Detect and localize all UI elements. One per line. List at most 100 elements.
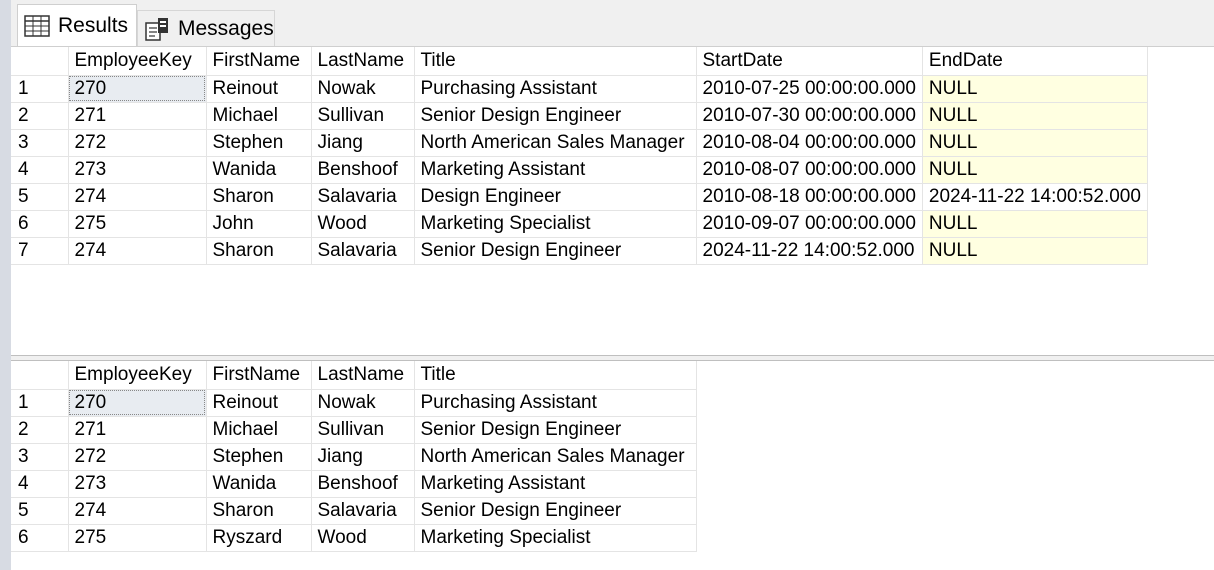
table-row: 2 271 Michael Sullivan Senior Design Eng… — [11, 416, 697, 444]
table-cell[interactable]: North American Sales Manager — [414, 129, 697, 157]
row-number[interactable]: 3 — [11, 129, 69, 157]
table-cell[interactable]: Jiang — [311, 129, 415, 157]
table-cell[interactable]: Senior Design Engineer — [414, 102, 697, 130]
tab-messages[interactable]: Messages — [137, 10, 275, 46]
row-number-header[interactable] — [11, 47, 69, 76]
table-cell[interactable]: 2010-08-07 00:00:00.000 — [696, 156, 923, 184]
table-cell[interactable]: Marketing Assistant — [414, 156, 697, 184]
table-cell[interactable]: Marketing Specialist — [414, 210, 697, 238]
table-cell[interactable]: NULL — [922, 75, 1148, 103]
column-header[interactable]: FirstName — [206, 361, 312, 390]
table-cell[interactable]: 274 — [68, 497, 207, 525]
table-cell[interactable]: Benshoof — [311, 470, 415, 498]
table-cell[interactable]: 274 — [68, 183, 207, 211]
table-cell[interactable]: 270 — [68, 389, 207, 417]
table-cell[interactable]: Salavaria — [311, 497, 415, 525]
row-number[interactable]: 7 — [11, 237, 69, 265]
table-cell[interactable]: 274 — [68, 237, 207, 265]
table-cell[interactable]: NULL — [922, 102, 1148, 130]
table-cell[interactable]: Senior Design Engineer — [414, 497, 697, 525]
table-row: 3 272 Stephen Jiang North American Sales… — [11, 129, 1148, 157]
table-cell[interactable]: Salavaria — [311, 237, 415, 265]
table-cell[interactable]: Stephen — [206, 443, 312, 471]
table-cell[interactable]: NULL — [922, 156, 1148, 184]
row-number[interactable]: 2 — [11, 102, 69, 130]
table-cell[interactable]: Nowak — [311, 75, 415, 103]
table-cell[interactable]: Sullivan — [311, 102, 415, 130]
table-cell[interactable]: Wanida — [206, 470, 312, 498]
table-cell[interactable]: 271 — [68, 102, 207, 130]
table-cell[interactable]: 275 — [68, 210, 207, 238]
table-cell[interactable]: Senior Design Engineer — [414, 237, 697, 265]
table-cell[interactable]: Jiang — [311, 443, 415, 471]
table-cell[interactable]: 2010-07-30 00:00:00.000 — [696, 102, 923, 130]
table-cell[interactable]: 270 — [68, 75, 207, 103]
row-number-header[interactable] — [11, 361, 69, 390]
table-cell[interactable]: Marketing Specialist — [414, 524, 697, 552]
table-cell[interactable]: Marketing Assistant — [414, 470, 697, 498]
table-cell[interactable]: 272 — [68, 443, 207, 471]
column-header[interactable]: LastName — [311, 361, 415, 390]
table-cell[interactable]: Ryszard — [206, 524, 312, 552]
column-header[interactable]: EmployeeKey — [68, 361, 207, 390]
table-cell[interactable]: NULL — [922, 129, 1148, 157]
row-number[interactable]: 6 — [11, 524, 69, 552]
table-cell[interactable]: NULL — [922, 210, 1148, 238]
result-grid-1[interactable]: EmployeeKey FirstName LastName Title Sta… — [11, 46, 1214, 356]
table-cell[interactable]: 275 — [68, 524, 207, 552]
table-cell[interactable]: Reinout — [206, 389, 312, 417]
table-cell[interactable]: 271 — [68, 416, 207, 444]
table-cell[interactable]: Wood — [311, 524, 415, 552]
result-grid-2[interactable]: EmployeeKey FirstName LastName Title 1 2… — [11, 361, 1214, 570]
tab-results[interactable]: Results — [17, 4, 137, 46]
table-cell[interactable]: Benshoof — [311, 156, 415, 184]
table-cell[interactable]: Purchasing Assistant — [414, 389, 697, 417]
row-number[interactable]: 4 — [11, 156, 69, 184]
table-cell[interactable]: Senior Design Engineer — [414, 416, 697, 444]
column-header[interactable]: FirstName — [206, 47, 312, 76]
table-cell[interactable]: 2010-07-25 00:00:00.000 — [696, 75, 923, 103]
table-cell[interactable]: 272 — [68, 129, 207, 157]
table-cell[interactable]: 2024-11-22 14:00:52.000 — [696, 237, 923, 265]
table-cell[interactable]: North American Sales Manager — [414, 443, 697, 471]
table-cell[interactable]: Michael — [206, 102, 312, 130]
table-cell[interactable]: Sharon — [206, 497, 312, 525]
table-cell[interactable]: Sharon — [206, 183, 312, 211]
table-cell[interactable]: Design Engineer — [414, 183, 697, 211]
row-number[interactable]: 1 — [11, 389, 69, 417]
table-cell[interactable]: Reinout — [206, 75, 312, 103]
messages-icon — [145, 17, 168, 41]
table-cell[interactable]: NULL — [922, 237, 1148, 265]
row-number[interactable]: 1 — [11, 75, 69, 103]
column-header[interactable]: Title — [414, 361, 697, 390]
table-cell[interactable]: 2010-08-18 00:00:00.000 — [696, 183, 923, 211]
table-row: 5 274 Sharon Salavaria Design Engineer 2… — [11, 183, 1148, 211]
grid-icon — [24, 14, 50, 37]
row-number[interactable]: 2 — [11, 416, 69, 444]
table-cell[interactable]: Wood — [311, 210, 415, 238]
table-cell[interactable]: 2024-11-22 14:00:52.000 — [922, 183, 1148, 211]
table-cell[interactable]: 2010-09-07 00:00:00.000 — [696, 210, 923, 238]
table-cell[interactable]: Salavaria — [311, 183, 415, 211]
column-header[interactable]: Title — [414, 47, 697, 76]
table-cell[interactable]: Purchasing Assistant — [414, 75, 697, 103]
table-cell[interactable]: Sullivan — [311, 416, 415, 444]
column-header[interactable]: EmployeeKey — [68, 47, 207, 76]
column-header[interactable]: StartDate — [696, 47, 923, 76]
table-cell[interactable]: Sharon — [206, 237, 312, 265]
table-cell[interactable]: Michael — [206, 416, 312, 444]
row-number[interactable]: 3 — [11, 443, 69, 471]
table-cell[interactable]: 273 — [68, 156, 207, 184]
row-number[interactable]: 5 — [11, 183, 69, 211]
row-number[interactable]: 4 — [11, 470, 69, 498]
table-cell[interactable]: Stephen — [206, 129, 312, 157]
row-number[interactable]: 6 — [11, 210, 69, 238]
table-cell[interactable]: Nowak — [311, 389, 415, 417]
table-cell[interactable]: 273 — [68, 470, 207, 498]
column-header[interactable]: LastName — [311, 47, 415, 76]
column-header[interactable]: EndDate — [922, 47, 1148, 76]
table-cell[interactable]: 2010-08-04 00:00:00.000 — [696, 129, 923, 157]
row-number[interactable]: 5 — [11, 497, 69, 525]
table-cell[interactable]: Wanida — [206, 156, 312, 184]
table-cell[interactable]: John — [206, 210, 312, 238]
